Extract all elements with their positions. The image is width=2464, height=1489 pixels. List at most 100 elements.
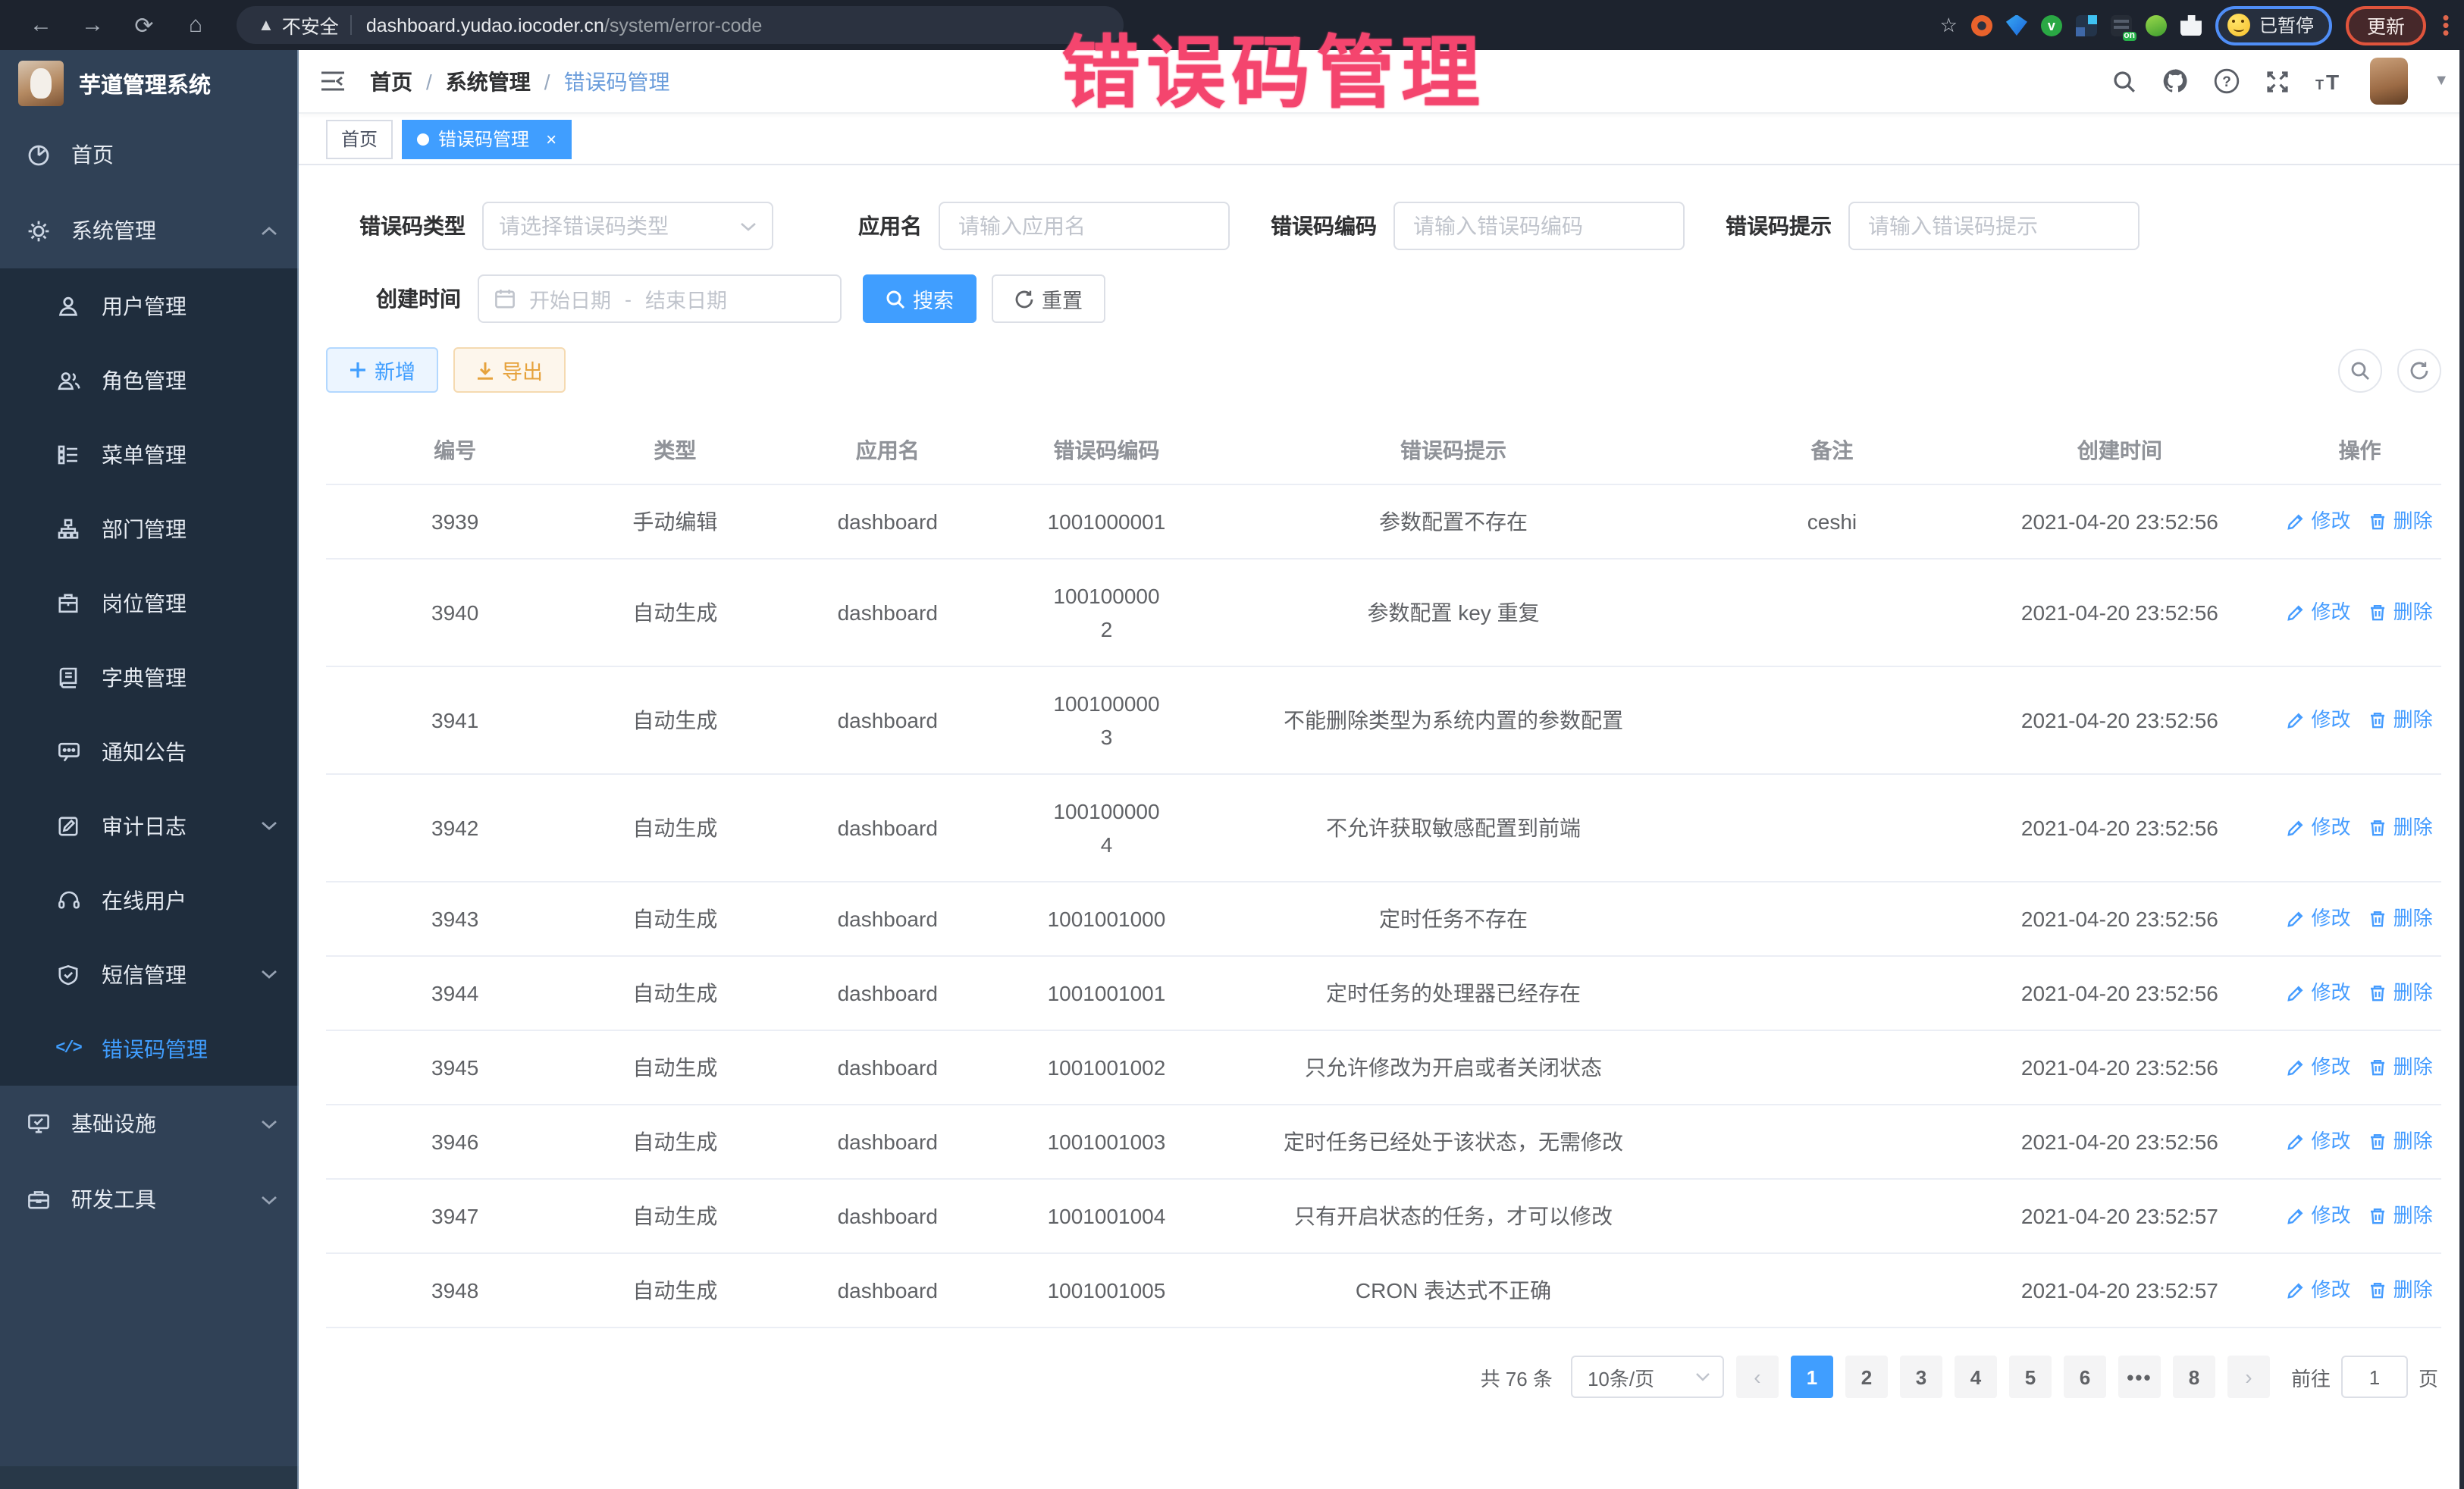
page-number-button[interactable]: 8 <box>2173 1356 2215 1398</box>
cell-hint: 只允许修改为开启或者关闭状态 <box>1204 1030 1703 1105</box>
error-type-select[interactable]: 请选择错误码类型 <box>482 202 773 250</box>
prev-page-button[interactable]: ‹ <box>1736 1356 1779 1398</box>
edit-link[interactable]: 修改 <box>2287 1199 2351 1233</box>
reset-button[interactable]: 重置 <box>992 274 1105 323</box>
sidebar-item-home[interactable]: 首页 <box>0 117 299 193</box>
delete-link[interactable]: 删除 <box>2369 976 2433 1010</box>
delete-link[interactable]: 删除 <box>2369 596 2433 629</box>
browser-update-button[interactable]: 更新 <box>2346 5 2426 45</box>
edit-link[interactable]: 修改 <box>2287 505 2351 538</box>
chevron-down-icon[interactable]: ▼ <box>2434 73 2449 89</box>
profile-paused-pill[interactable]: 已暂停 <box>2215 5 2332 45</box>
font-size-icon[interactable]: TT <box>2315 70 2344 92</box>
extension-icon[interactable]: v <box>2041 14 2062 36</box>
cell-type: 自动生成 <box>584 774 766 882</box>
sidebar-item-users[interactable]: 用户管理 <box>0 268 299 343</box>
extension-icon[interactable] <box>2076 14 2097 36</box>
extension-icon[interactable] <box>2006 14 2027 36</box>
delete-link[interactable]: 删除 <box>2369 704 2433 737</box>
delete-link[interactable]: 删除 <box>2369 902 2433 936</box>
extension-icon[interactable]: on <box>2111 14 2132 36</box>
delete-link[interactable]: 删除 <box>2369 811 2433 845</box>
sidebar-fold-icon[interactable] <box>320 70 346 92</box>
col-app: 应用名 <box>766 420 1009 484</box>
sidebar-item-audit-log[interactable]: 审计日志 <box>0 788 299 863</box>
fullscreen-icon[interactable] <box>2265 69 2290 93</box>
table-row: 3945 自动生成 dashboard 1001001002 只允许修改为开启或… <box>326 1030 2441 1105</box>
browser-menu-icon[interactable]: ••• <box>2440 14 2452 36</box>
edit-link[interactable]: 修改 <box>2287 976 2351 1010</box>
reload-icon[interactable]: ⟳ <box>130 11 158 39</box>
page-number-button[interactable]: 4 <box>1955 1356 1997 1398</box>
edit-link[interactable]: 修改 <box>2287 704 2351 737</box>
help-icon[interactable]: ? <box>2214 68 2240 94</box>
tab-home[interactable]: 首页 <box>326 119 393 158</box>
sidebar-item-departments[interactable]: 部门管理 <box>0 491 299 566</box>
security-label[interactable]: 不安全 <box>282 11 339 39</box>
sidebar-item-dictionary[interactable]: 字典管理 <box>0 640 299 714</box>
sidebar-item-posts[interactable]: 岗位管理 <box>0 566 299 640</box>
sidebar-item-roles[interactable]: 角色管理 <box>0 343 299 417</box>
sidebar-item-infrastructure[interactable]: 基础设施 <box>0 1086 299 1161</box>
close-icon[interactable]: × <box>546 128 556 149</box>
edit-link[interactable]: 修改 <box>2287 596 2351 629</box>
edit-link[interactable]: 修改 <box>2287 1051 2351 1084</box>
github-icon[interactable] <box>2162 68 2188 94</box>
breadcrumb-system[interactable]: 系统管理 <box>446 66 531 96</box>
cell-time: 2021-04-20 23:52:56 <box>1961 882 2279 956</box>
sidebar-item-sms[interactable]: 短信管理 <box>0 937 299 1011</box>
page-size-select[interactable]: 10条/页 <box>1571 1356 1724 1398</box>
gear-icon <box>26 218 50 243</box>
delete-link[interactable]: 删除 <box>2369 505 2433 538</box>
page-number-button[interactable]: 3 <box>1900 1356 1942 1398</box>
delete-link[interactable]: 删除 <box>2369 1125 2433 1158</box>
address-bar[interactable]: ▲ 不安全 dashboard.yudao.iocoder.cn/system/… <box>237 6 1124 44</box>
forward-icon[interactable]: → <box>79 12 106 38</box>
goto-page-input[interactable] <box>2341 1356 2408 1398</box>
error-code-input[interactable] <box>1393 202 1685 250</box>
delete-link[interactable]: 删除 <box>2369 1274 2433 1307</box>
breadcrumb-home[interactable]: 首页 <box>370 66 412 96</box>
cell-remark <box>1703 559 1961 666</box>
page-number-button[interactable]: 5 <box>2009 1356 2052 1398</box>
edit-link[interactable]: 修改 <box>2287 811 2351 845</box>
window-scrollbar[interactable] <box>2459 50 2464 1489</box>
edit-link[interactable]: 修改 <box>2287 1274 2351 1307</box>
page-number-button[interactable]: 1 <box>1791 1356 1833 1398</box>
sidebar-item-error-code[interactable]: </> 错误码管理 <box>0 1011 299 1086</box>
export-button[interactable]: 导出 <box>453 347 566 393</box>
more-pages-button[interactable]: ••• <box>2118 1356 2161 1398</box>
bookmark-star-icon[interactable]: ☆ <box>1940 13 1958 37</box>
tab-error-code[interactable]: 错误码管理 × <box>402 119 572 158</box>
search-button[interactable]: 搜索 <box>863 274 977 323</box>
app-name-input[interactable] <box>939 202 1230 250</box>
sidebar-item-label: 研发工具 <box>71 1184 156 1215</box>
error-hint-input[interactable] <box>1848 202 2140 250</box>
edit-link[interactable]: 修改 <box>2287 902 2351 936</box>
edit-link[interactable]: 修改 <box>2287 1125 2351 1158</box>
date-range-picker[interactable]: 开始日期 - 结束日期 <box>478 274 842 323</box>
user-avatar[interactable] <box>2370 58 2408 105</box>
extension-icon[interactable] <box>1971 14 1992 36</box>
delete-link[interactable]: 删除 <box>2369 1199 2433 1233</box>
delete-link[interactable]: 删除 <box>2369 1051 2433 1084</box>
app-navbar: 首页 / 系统管理 / 错误码管理 ? <box>299 50 2464 114</box>
back-icon[interactable]: ← <box>27 12 55 38</box>
next-page-button[interactable]: › <box>2227 1356 2270 1398</box>
page-number-button[interactable]: 6 <box>2064 1356 2106 1398</box>
filter-type-label: 错误码类型 <box>359 211 466 241</box>
sidebar-item-menus[interactable]: 菜单管理 <box>0 417 299 491</box>
sidebar-item-online-users[interactable]: 在线用户 <box>0 863 299 937</box>
refresh-table-button[interactable] <box>2397 348 2441 392</box>
app-logo-row[interactable]: 芋道管理系统 <box>0 50 299 117</box>
page-number-button[interactable]: 2 <box>1845 1356 1888 1398</box>
sidebar-item-announcements[interactable]: 通知公告 <box>0 714 299 788</box>
search-icon[interactable] <box>2112 69 2136 93</box>
sidebar-item-system[interactable]: 系统管理 <box>0 193 299 268</box>
home-icon[interactable]: ⌂ <box>182 12 209 38</box>
extension-icon[interactable] <box>2146 14 2167 36</box>
add-button[interactable]: 新增 <box>326 347 438 393</box>
puzzle-extensions-icon[interactable] <box>2180 14 2202 36</box>
toggle-search-button[interactable] <box>2338 348 2382 392</box>
sidebar-item-dev-tools[interactable]: 研发工具 <box>0 1161 299 1237</box>
